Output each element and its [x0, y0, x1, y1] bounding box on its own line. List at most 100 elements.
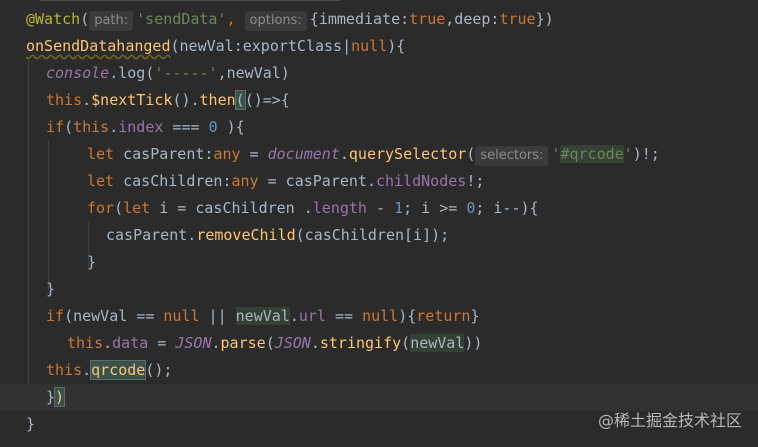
code-token: !;: [466, 172, 485, 190]
code-token: (: [234, 90, 246, 110]
code-token: ,: [226, 10, 245, 28]
code-token: ){: [398, 307, 417, 325]
code-token: }: [46, 280, 56, 298]
code-token: ; i--){: [475, 199, 539, 217]
code-token: '-----': [154, 64, 218, 82]
code-token: i = casChildren .: [150, 199, 313, 217]
code-token: null: [163, 307, 200, 325]
code-token: removeChild: [196, 226, 296, 244]
code-token: 1: [394, 199, 404, 217]
code-token: ){: [387, 37, 406, 55]
code-token: (: [114, 199, 124, 217]
code-token: ==: [325, 307, 363, 325]
code-token: index: [118, 118, 164, 136]
code-line[interactable]: console.log('-----',newVal): [0, 60, 758, 87]
code-token: ===: [163, 118, 209, 136]
code-line[interactable]: this.qrcode();: [0, 357, 758, 384]
code-token: null: [351, 37, 388, 55]
code-token: 0: [466, 199, 476, 217]
code-token: document: [267, 145, 340, 163]
code-token: null: [362, 307, 399, 325]
code-token: .: [339, 145, 349, 163]
code-token: (casChildren[i]);: [295, 226, 450, 244]
code-line[interactable]: onSendDatahanged(newVal:exportClass|null…: [0, 33, 758, 60]
code-token: .: [211, 334, 221, 352]
code-token: {immediate:: [309, 10, 410, 28]
code-token: data: [112, 334, 149, 352]
code-token: url: [298, 307, 326, 325]
code-token: =: [148, 334, 176, 352]
code-line[interactable]: if(this.index === 0 ){: [0, 114, 758, 141]
code-token: = casParent.: [258, 172, 376, 190]
code-token: 'sendData': [136, 10, 227, 28]
code-line[interactable]: for(let i = casChildren .length - 1; i >…: [0, 195, 758, 222]
code-token: if: [46, 118, 65, 136]
code-line[interactable]: this.data = JSON.parse(JSON.stringify(ne…: [0, 330, 758, 357]
code-token: true: [499, 10, 536, 28]
previous-line-remnant: [40, 0, 340, 4]
code-line[interactable]: let casChildren:any = casParent.childNod…: [0, 168, 758, 195]
code-token: #qrcode: [560, 145, 624, 163]
code-token: qrcode: [90, 360, 147, 380]
code-token: newVal: [235, 307, 290, 325]
code-token: )): [464, 334, 483, 352]
code-token: JSON: [274, 334, 311, 352]
code-token: then: [199, 91, 236, 109]
code-line[interactable]: casParent.removeChild(casChildren[i]);: [0, 222, 758, 249]
code-token: querySelector: [348, 145, 467, 163]
code-line[interactable]: }: [0, 276, 758, 303]
code-token: .log(: [109, 64, 155, 82]
code-token: @Watch: [26, 10, 81, 28]
code-token: (newVal:exportClass|: [170, 37, 352, 55]
code-token: newVal: [410, 334, 465, 352]
watermark: @稀土掘金技术社区: [597, 411, 742, 430]
code-token: .: [82, 91, 92, 109]
code-token: (: [466, 145, 476, 163]
code-token: =: [240, 145, 268, 163]
code-token: let: [123, 199, 151, 217]
code-token: )!;: [632, 145, 660, 163]
code-token: ': [623, 145, 633, 163]
code-token: true: [409, 10, 446, 28]
code-token: console: [46, 64, 110, 82]
code-token: if: [46, 307, 65, 325]
code-token: .: [310, 334, 320, 352]
code-token: }: [470, 307, 480, 325]
code-token: casParent:: [114, 145, 214, 163]
code-token: ||: [199, 307, 236, 325]
code-line[interactable]: this.$nextTick().then(()=>{: [0, 87, 758, 114]
code-token: for: [87, 199, 115, 217]
code-token: this: [46, 361, 83, 379]
code-token: (newVal ==: [64, 307, 164, 325]
code-token: ()=>{: [244, 91, 290, 109]
code-token: (: [265, 334, 275, 352]
code-token: this: [67, 334, 104, 352]
code-token: }: [46, 388, 56, 406]
code-token: (: [80, 10, 90, 28]
parameter-hint: selectors:: [475, 146, 549, 166]
code-line[interactable]: @Watch(path:'sendData', options: {immedia…: [0, 6, 758, 33]
code-token: .: [289, 307, 299, 325]
code-token: $nextTick: [91, 91, 173, 109]
code-token: ; i >=: [403, 199, 467, 217]
code-token: .: [109, 118, 119, 136]
code-token: -: [366, 199, 395, 217]
code-token: ,newVal): [217, 64, 290, 82]
code-token: 0: [208, 118, 218, 136]
code-token: casParent.: [106, 226, 197, 244]
code-token: length: [312, 199, 367, 217]
code-token: JSON: [175, 334, 212, 352]
code-token: ,deep:: [445, 10, 500, 28]
code-token: parse: [220, 334, 266, 352]
code-token: ().: [172, 91, 200, 109]
code-token: casChildren:: [114, 172, 232, 190]
code-token: }: [87, 253, 97, 271]
code-token: (: [64, 118, 74, 136]
code-token: childNodes: [376, 172, 467, 190]
code-token: this: [73, 118, 110, 136]
code-line[interactable]: }: [0, 249, 758, 276]
code-token: ();: [145, 361, 173, 379]
code-line[interactable]: if(newVal == null || newVal.url == null)…: [0, 303, 758, 330]
code-line[interactable]: let casParent:any = document.querySelect…: [0, 141, 758, 168]
code-token: onSendDatahanged: [26, 37, 171, 55]
